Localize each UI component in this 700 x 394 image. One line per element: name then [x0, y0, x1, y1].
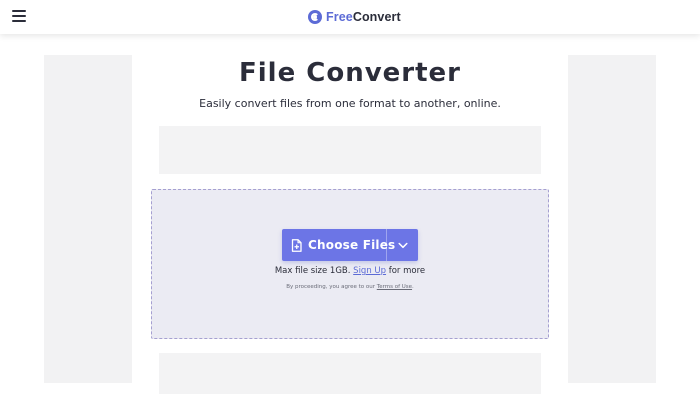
choose-files-label: Choose Files [308, 238, 396, 252]
upload-source-dropdown[interactable] [387, 229, 418, 261]
logo-link[interactable]: FreeConvert [308, 9, 401, 25]
top-header: FreeConvert [0, 0, 700, 34]
hamburger-menu-icon[interactable] [12, 10, 26, 23]
top-ad-banner [159, 126, 541, 174]
terms-suffix: . [412, 284, 414, 290]
chevron-down-icon [397, 242, 408, 248]
max-file-size-note: Max file size 1GB. Sign Up for more [0, 266, 700, 276]
page-title: File Converter [238, 58, 461, 88]
max-size-prefix: Max file size 1GB. [274, 266, 351, 276]
choose-files-button[interactable]: Choose Files [282, 229, 395, 261]
logo-text-convert: Convert [352, 10, 401, 24]
choose-files-button-group[interactable]: Choose Files [282, 229, 418, 261]
max-size-suffix: for more [388, 266, 426, 276]
terms-note: By proceeding, you agree to our Terms of… [0, 284, 700, 290]
sign-up-link[interactable]: Sign Up [353, 266, 386, 276]
logo-text-free: Free [326, 10, 353, 24]
file-dropzone[interactable] [151, 189, 549, 339]
bottom-ad-banner [159, 353, 541, 394]
logo-text: FreeConvert [326, 10, 401, 24]
terms-prefix: By proceeding, you agree to our [286, 284, 376, 290]
page-subtitle: Easily convert files from one format to … [199, 97, 501, 110]
terms-of-use-link[interactable]: Terms of Use [377, 284, 412, 290]
freeconvert-logo-icon [308, 10, 322, 24]
file-plus-icon [291, 238, 302, 252]
